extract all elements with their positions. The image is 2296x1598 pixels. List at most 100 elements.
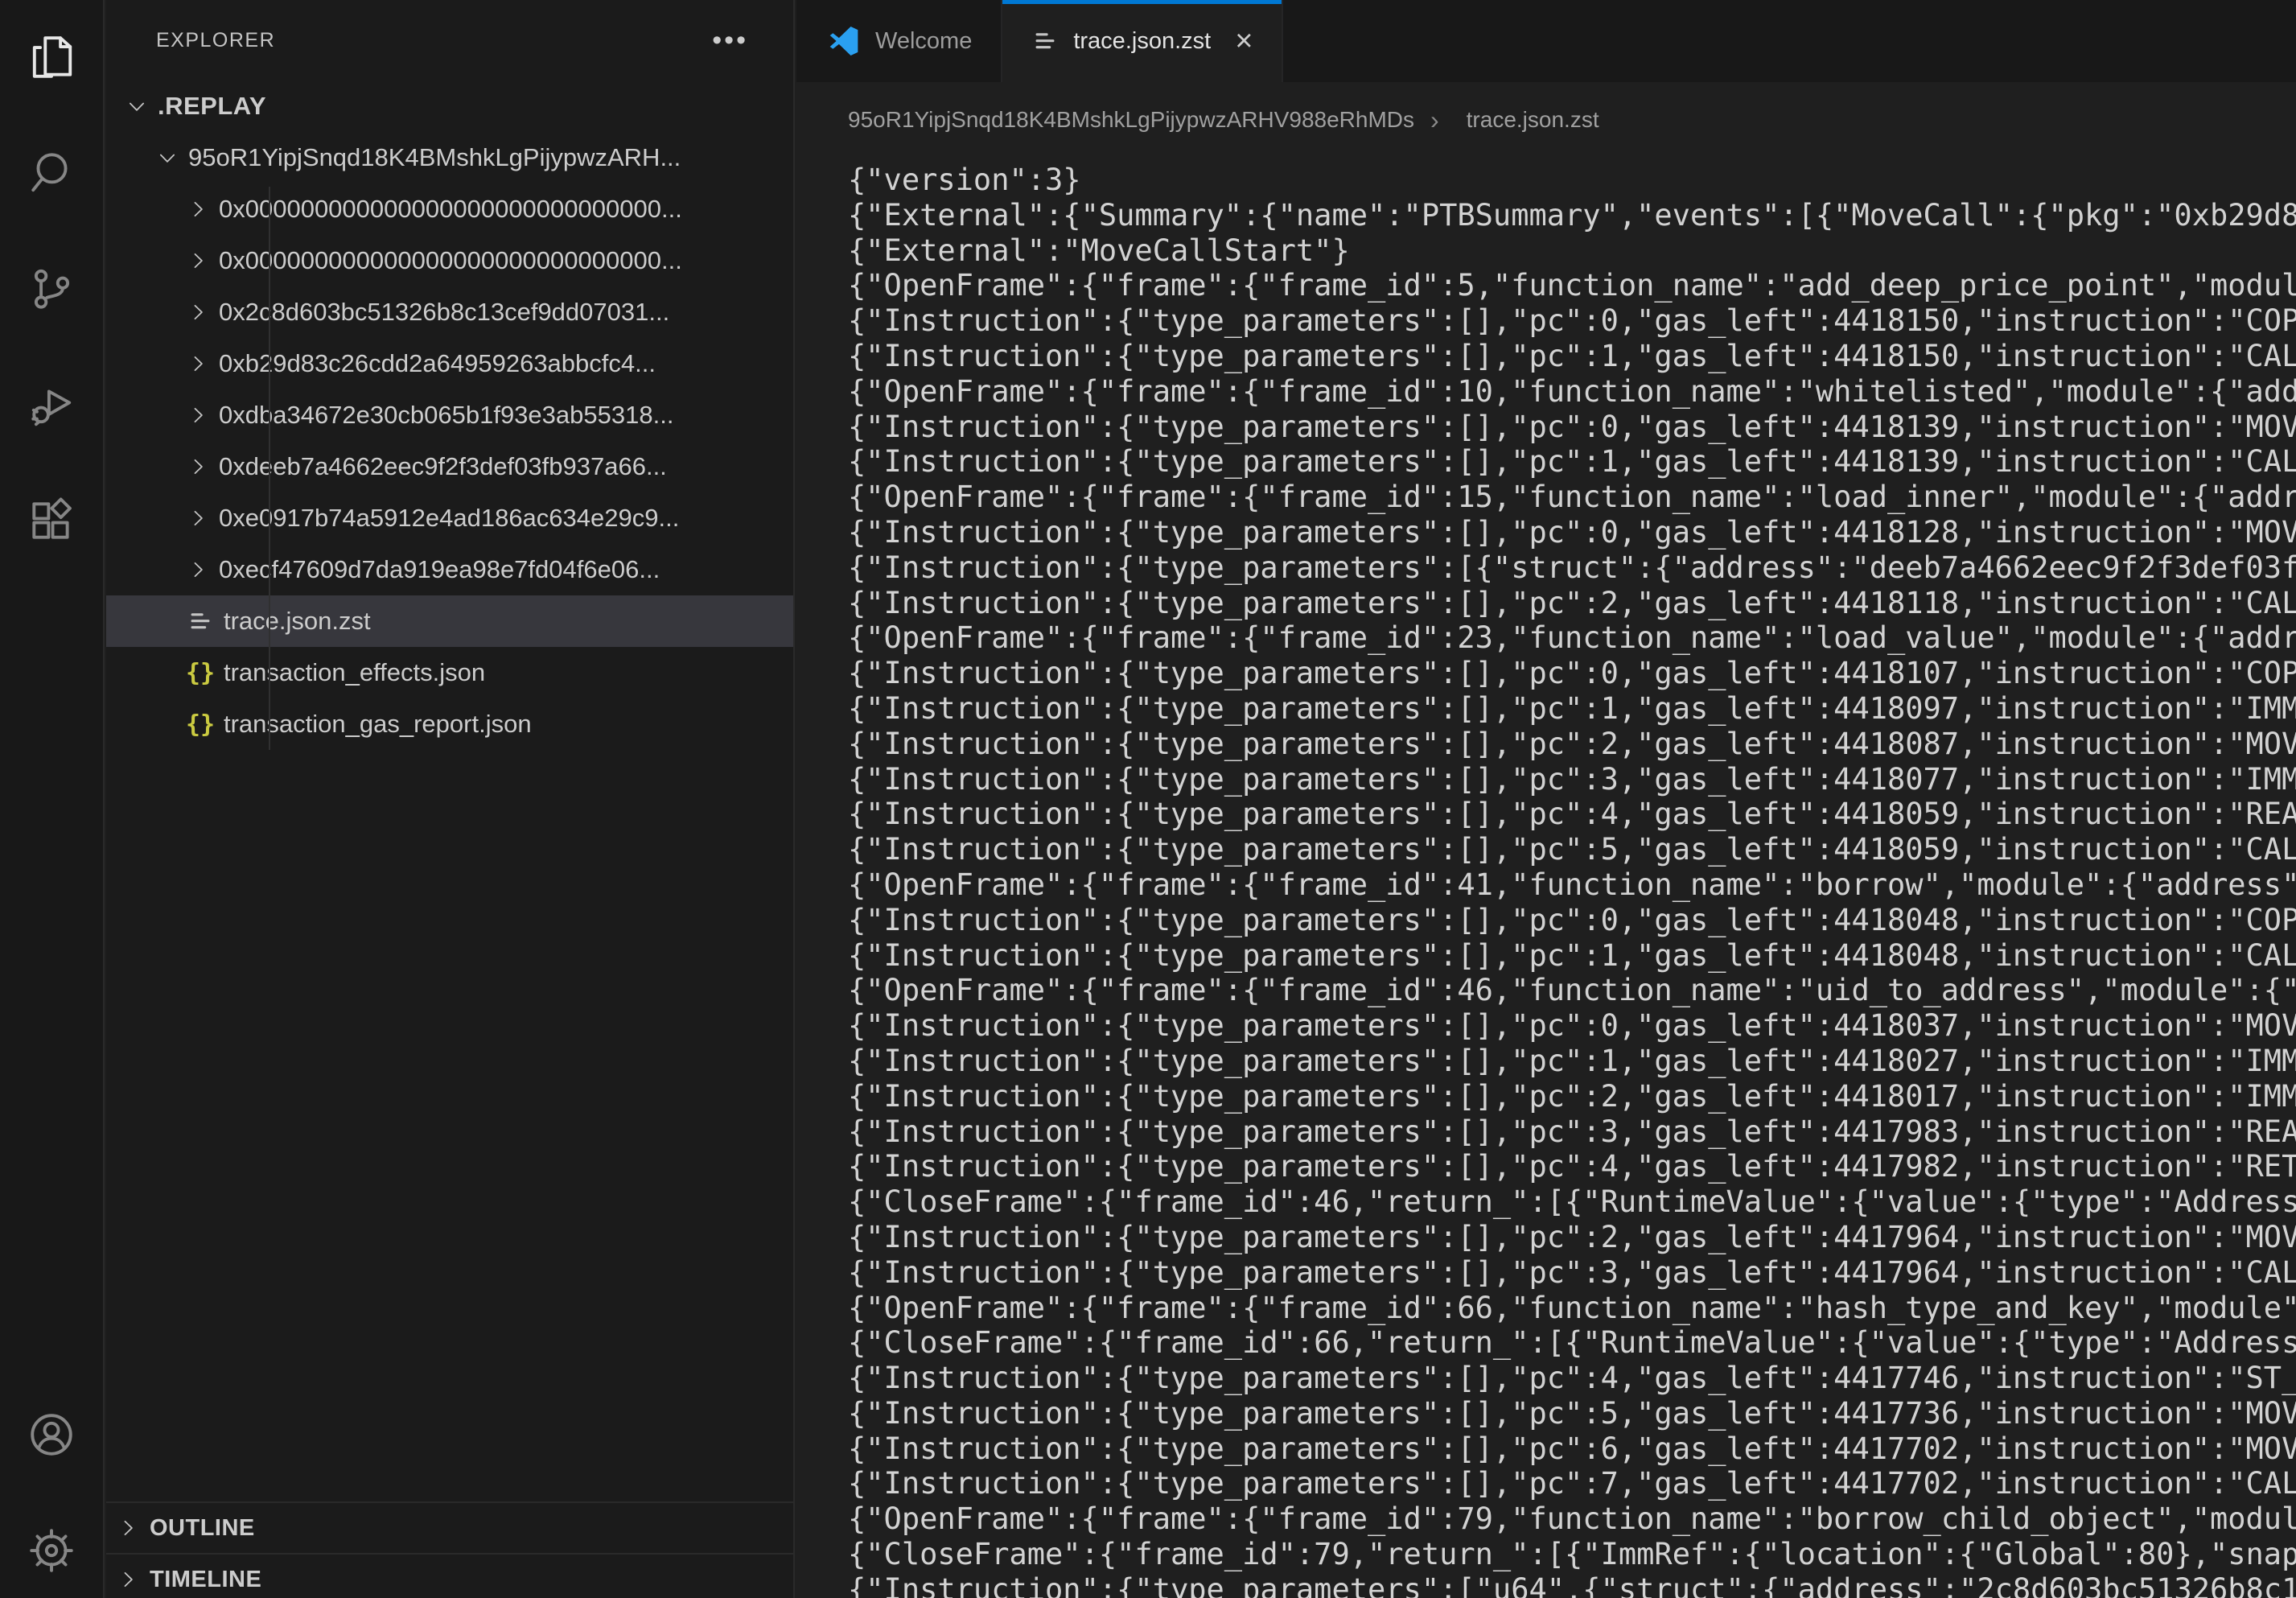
settings-gear-icon[interactable] xyxy=(25,1524,78,1577)
chevron-right-icon xyxy=(182,198,214,220)
code-line: {"Instruction":{"type_parameters":[],"pc… xyxy=(848,832,2296,867)
section-label: TIMELINE xyxy=(150,1567,261,1593)
source-control-icon[interactable] xyxy=(25,262,78,315)
tab-welcome[interactable]: Welcome xyxy=(796,0,1002,82)
activity-bar xyxy=(0,0,105,1598)
code-line: {"Instruction":{"type_parameters":[],"pc… xyxy=(848,1114,2296,1150)
account-icon[interactable] xyxy=(25,1408,78,1461)
code-line: {"Instruction":{"type_parameters":[],"pc… xyxy=(848,515,2296,550)
tree-item-label: trace.json.zst xyxy=(224,607,371,636)
code-line: {"Instruction":{"type_parameters":[],"pc… xyxy=(848,797,2296,832)
tree-file-trace-json-zst[interactable]: trace.json.zst xyxy=(106,595,793,647)
chevron-right-icon xyxy=(106,1568,150,1591)
search-icon[interactable] xyxy=(25,146,78,200)
close-icon[interactable]: × xyxy=(1235,26,1253,56)
code-line: {"Instruction":{"type_parameters":[],"pc… xyxy=(848,691,2296,727)
sidebar-header: EXPLORER ••• xyxy=(106,0,793,80)
code-line: {"Instruction":{"type_parameters":[],"pc… xyxy=(848,762,2296,797)
extensions-icon[interactable] xyxy=(25,494,78,547)
code-line: {"CloseFrame":{"frame_id":46,"return_":[… xyxy=(848,1184,2296,1220)
code-line: {"OpenFrame":{"frame":{"frame_id":10,"fu… xyxy=(848,374,2296,410)
section-label: OUTLINE xyxy=(150,1515,255,1542)
code-line: {"Instruction":{"type_parameters":[],"pc… xyxy=(848,586,2296,621)
vscode-logo-icon xyxy=(825,23,861,59)
code-line: {"Instruction":{"type_parameters":[],"pc… xyxy=(848,1079,2296,1114)
chevron-right-icon xyxy=(182,558,214,581)
chevron-right-icon xyxy=(182,249,214,272)
tree-item-label: 0x000000000000000000000000000000... xyxy=(219,195,682,224)
tree-folder-95or1yipjsnqd18k4bmshklgpijypwza[interactable]: 95oR1YipjSnqd18K4BMshkLgPijypwzARH... xyxy=(106,132,793,183)
tree-folder-0xdeeb7a4662eec9f2f3def03fb937a6[interactable]: 0xdeeb7a4662eec9f2f3def03fb937a66... xyxy=(106,441,793,492)
code-line: {"External":{"Summary":{"name":"PTBSumma… xyxy=(848,198,2296,233)
chevron-down-icon xyxy=(151,146,183,169)
breadcrumb-folder[interactable]: 95oR1YipjSnqd18K4BMshkLgPijypwzARHV988eR… xyxy=(848,107,1414,133)
tab-label: Welcome xyxy=(875,28,972,55)
code-line: {"Instruction":{"type_parameters":[{"str… xyxy=(848,550,2296,586)
code-line: {"CloseFrame":{"frame_id":66,"return_":[… xyxy=(848,1325,2296,1361)
code-line: {"version":3} xyxy=(848,163,2296,198)
code-line: {"Instruction":{"type_parameters":[],"pc… xyxy=(848,656,2296,691)
editor-content[interactable]: {"version":3}{"External":{"Summary":{"na… xyxy=(796,158,2296,1598)
files-icon[interactable] xyxy=(25,31,78,84)
json-icon: {} xyxy=(182,710,219,739)
code-line: {"OpenFrame":{"frame":{"frame_id":15,"fu… xyxy=(848,480,2296,515)
code-line: {"Instruction":{"type_parameters":[],"pc… xyxy=(848,1149,2296,1184)
tree-item-label: .REPLAY xyxy=(158,92,266,121)
tree-item-label: 0xe0917b74a5912e4ad186ac634e29c9... xyxy=(219,504,679,533)
tree-file-transaction-gas-report-json[interactable]: {}transaction_gas_report.json xyxy=(106,698,793,750)
chevron-right-icon xyxy=(182,301,214,323)
list-file-icon xyxy=(1031,27,1059,55)
tree-folder-0xb29d83c26cdd2a64959263abbcfc4[interactable]: 0xb29d83c26cdd2a64959263abbcfc4... xyxy=(106,338,793,389)
code-line: {"OpenFrame":{"frame":{"frame_id":79,"fu… xyxy=(848,1501,2296,1537)
code-line: {"Instruction":{"type_parameters":[],"pc… xyxy=(848,1361,2296,1396)
tree-folder-0xe0917b74a5912e4ad186ac634e29c9[interactable]: 0xe0917b74a5912e4ad186ac634e29c9... xyxy=(106,492,793,544)
sidebar-title: EXPLORER xyxy=(156,29,275,52)
code-line: {"OpenFrame":{"frame":{"frame_id":46,"fu… xyxy=(848,973,2296,1008)
vscode-window: EXPLORER ••• .REPLAY 95oR1YipjSnqd18K4BMs… xyxy=(0,0,2296,1598)
tree-item-label: 95oR1YipjSnqd18K4BMshkLgPijypwzARH... xyxy=(188,143,681,172)
section-timeline[interactable]: TIMELINE xyxy=(106,1553,793,1598)
tab-label: trace.json.zst xyxy=(1073,28,1211,55)
chevron-right-icon xyxy=(182,507,214,529)
breadcrumb-file-label: trace.json.zst xyxy=(1467,107,1599,133)
tree-folder-0x000000000000000000000000000000[interactable]: 0x000000000000000000000000000000... xyxy=(106,183,793,235)
breadcrumb-file[interactable]: trace.json.zst xyxy=(1455,107,1599,133)
breadcrumb-separator-icon: › xyxy=(1430,105,1439,135)
activity-bar-bottom xyxy=(25,1408,78,1577)
chevron-right-icon xyxy=(182,404,214,426)
run-debug-icon[interactable] xyxy=(25,378,78,431)
code-line: {"Instruction":{"type_parameters":[],"pc… xyxy=(848,1220,2296,1255)
code-line: {"Instruction":{"type_parameters":[],"pc… xyxy=(848,1255,2296,1291)
tree-item-label: 0xb29d83c26cdd2a64959263abbcfc4... xyxy=(219,349,656,378)
code-line: {"Instruction":{"type_parameters":["u64"… xyxy=(848,1572,2296,1598)
file-tree: .REPLAY 95oR1YipjSnqd18K4BMshkLgPijypwzAR… xyxy=(106,80,793,750)
chevron-down-icon xyxy=(121,95,153,117)
code-line: {"Instruction":{"type_parameters":[],"pc… xyxy=(848,1396,2296,1431)
tree-folder-0xdba34672e30cb065b1f93e3ab55318[interactable]: 0xdba34672e30cb065b1f93e3ab55318... xyxy=(106,389,793,441)
tab-trace-json-zst[interactable]: trace.json.zst × xyxy=(1002,0,1283,82)
tree-folder-0x000000000000000000000000000000[interactable]: 0x000000000000000000000000000000... xyxy=(106,235,793,286)
tree-folder-replay[interactable]: .REPLAY xyxy=(106,80,793,132)
chevron-right-icon xyxy=(182,352,214,375)
tree-item-label: 0xecf47609d7da919ea98e7fd04f6e06... xyxy=(219,555,660,584)
section-outline[interactable]: OUTLINE xyxy=(106,1501,793,1553)
tree-folder-0xecf47609d7da919ea98e7fd04f6e06[interactable]: 0xecf47609d7da919ea98e7fd04f6e06... xyxy=(106,544,793,595)
tree-item-label: 0xdeeb7a4662eec9f2f3def03fb937a66... xyxy=(219,452,667,481)
tab-bar: Welcome trace.json.zst × xyxy=(796,0,2296,82)
explorer-sidebar: EXPLORER ••• .REPLAY 95oR1YipjSnqd18K4BMs… xyxy=(106,0,795,1598)
code-line: {"Instruction":{"type_parameters":[],"pc… xyxy=(848,410,2296,445)
code-line: {"External":"MoveCallStart"} xyxy=(848,233,2296,269)
chevron-right-icon xyxy=(106,1517,150,1539)
code-line: {"Instruction":{"type_parameters":[],"pc… xyxy=(848,1466,2296,1501)
tree-item-label: 0x000000000000000000000000000000... xyxy=(219,246,682,275)
tree-folder-0x2c8d603bc51326b8c13cef9dd07031[interactable]: 0x2c8d603bc51326b8c13cef9dd07031... xyxy=(106,286,793,338)
code-line: {"OpenFrame":{"frame":{"frame_id":23,"fu… xyxy=(848,620,2296,656)
tree-item-label: 0x2c8d603bc51326b8c13cef9dd07031... xyxy=(219,298,669,327)
code-line: {"Instruction":{"type_parameters":[],"pc… xyxy=(848,1431,2296,1467)
tree-file-transaction-effects-json[interactable]: {}transaction_effects.json xyxy=(106,647,793,698)
code-line: {"Instruction":{"type_parameters":[],"pc… xyxy=(848,727,2296,762)
code-line: {"Instruction":{"type_parameters":[],"pc… xyxy=(848,339,2296,374)
more-actions-icon[interactable]: ••• xyxy=(712,36,748,44)
breadcrumb: 95oR1YipjSnqd18K4BMshkLgPijypwzARHV988eR… xyxy=(796,82,2296,158)
editor-area: Welcome trace.json.zst × 95oR1YipjSnqd18K4… xyxy=(796,0,2296,1598)
